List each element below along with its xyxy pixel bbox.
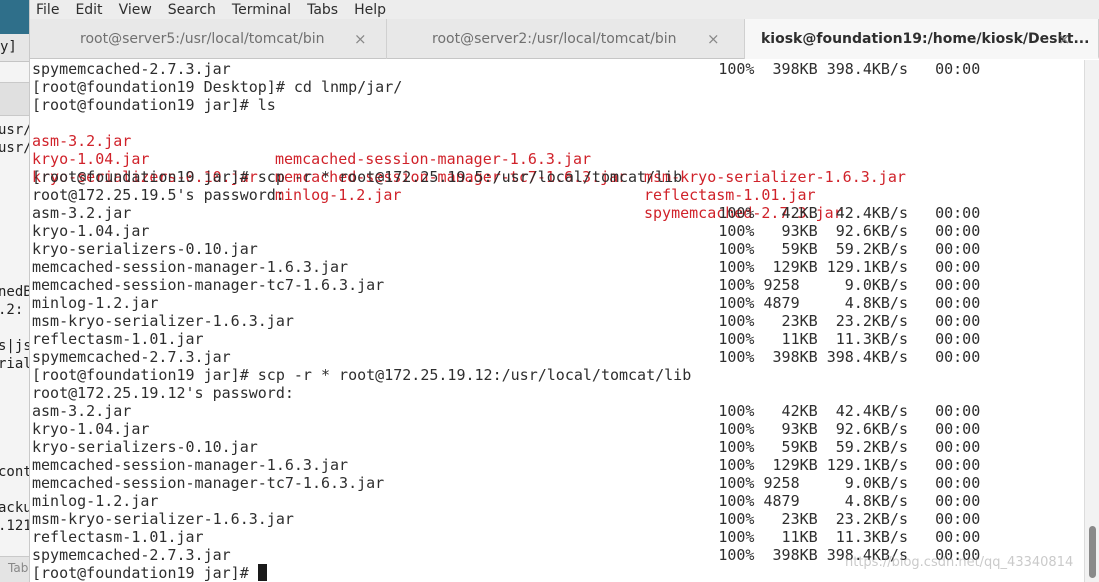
ls-output-row: kryo-1.04.jar memcached-session-manager-… (32, 132, 1072, 204)
background-window-text: rial (0, 356, 29, 372)
command-prompt[interactable]: [root@foundation19 jar]# (32, 564, 267, 582)
close-icon[interactable]: × (354, 30, 367, 48)
background-window: y] usr/ usr/ nedB .2: s|js rial cont ack… (0, 0, 30, 582)
background-window-toolbar (0, 82, 29, 116)
background-window-text: cont (0, 464, 29, 480)
terminal-line: msm-kryo-serializer-1.6.3.jar 100% 23KB … (32, 312, 981, 330)
menu-view[interactable]: View (119, 1, 152, 19)
file-name: msm-kryo-serializer-1.6.3.jar (644, 168, 906, 186)
terminal-line: reflectasm-1.01.jar 100% 11KB 11.3KB/s 0… (32, 528, 981, 546)
tab-label: kiosk@foundation19:/home/kiosk/Deskt... (761, 31, 1090, 47)
terminal-line: memcached-session-manager-tc7-1.6.3.jar … (32, 276, 981, 294)
background-window-text: usr/ (0, 140, 29, 156)
background-window-tab[interactable]: Tab (0, 556, 29, 582)
prompt-text: [root@foundation19 jar]# (32, 564, 258, 582)
menu-edit[interactable]: Edit (75, 1, 102, 19)
background-window-text: usr/ (0, 122, 29, 138)
menu-terminal[interactable]: Terminal (232, 1, 291, 19)
terminal-line: kryo-1.04.jar 100% 93KB 92.6KB/s 00:00 (32, 222, 981, 240)
terminal-output[interactable]: spymemcached-2.7.3.jar 100% 398KB 398.4K… (30, 60, 1084, 582)
scrollbar-thumb[interactable] (1089, 526, 1096, 578)
text-cursor (257, 564, 267, 581)
background-window-text: y] (0, 39, 17, 55)
menu-tabs[interactable]: Tabs (307, 1, 338, 19)
background-window-tab-label: Tab (8, 561, 29, 575)
close-icon[interactable]: × (707, 30, 720, 48)
terminal-line: spymemcached-2.7.3.jar 100% 398KB 398.4K… (32, 348, 981, 366)
tab-server5[interactable]: root@server5:/usr/local/tomcat/bin × (30, 19, 387, 59)
terminal-line: root@172.25.19.12's password: (32, 384, 294, 402)
file-name: reflectasm-1.01.jar (644, 186, 816, 204)
menu-file[interactable]: File (36, 1, 59, 19)
watermark: https://blog.csdn.net/qq_43340814 (845, 555, 1074, 570)
terminal-line: msm-kryo-serializer-1.6.3.jar 100% 23KB … (32, 510, 981, 528)
background-window-text: .121 (0, 518, 29, 534)
terminal-line: memcached-session-manager-1.6.3.jar 100%… (32, 258, 981, 276)
tab-label: root@server2:/usr/local/tomcat/bin (432, 31, 677, 47)
background-window-text: acku (0, 500, 29, 516)
terminal-line: asm-3.2.jar 100% 42KB 42.4KB/s 00:00 (32, 204, 981, 222)
background-window-text: nedB (0, 284, 29, 300)
terminal-line: [root@foundation19 jar]# ls (32, 96, 276, 114)
tab-server2[interactable]: root@server2:/usr/local/tomcat/bin × (387, 19, 745, 59)
background-window-header (0, 0, 29, 34)
terminal-line: memcached-session-manager-1.6.3.jar 100%… (32, 456, 981, 474)
terminal-line: [root@foundation19 jar]# scp -r * root@1… (32, 366, 692, 384)
ls-output-row: asm-3.2.jar memcached-session-manager-1.… (32, 114, 1072, 186)
vertical-scrollbar[interactable] (1084, 60, 1099, 582)
tab-label: root@server5:/usr/local/tomcat/bin (80, 31, 325, 47)
terminal-line: minlog-1.2.jar 100% 4879 4.8KB/s 00:00 (32, 294, 981, 312)
menu-bar: File Edit View Search Terminal Tabs Help (30, 0, 1099, 19)
background-window-text: s|js (0, 338, 29, 354)
terminal-line: [root@foundation19 Desktop]# cd lnmp/jar… (32, 78, 403, 96)
tab-foundation19[interactable]: kiosk@foundation19:/home/kiosk/Deskt... … (745, 19, 1099, 59)
terminal-line: kryo-serializers-0.10.jar 100% 59KB 59.2… (32, 438, 981, 456)
terminal-line: root@172.25.19.5's password: (32, 186, 285, 204)
terminal-line: reflectasm-1.01.jar 100% 11KB 11.3KB/s 0… (32, 330, 981, 348)
terminal-line: spymemcached-2.7.3.jar 100% 398KB 398.4K… (32, 546, 981, 564)
terminal-line: memcached-session-manager-tc7-1.6.3.jar … (32, 474, 981, 492)
menu-search[interactable]: Search (168, 1, 216, 19)
terminal-line: asm-3.2.jar 100% 42KB 42.4KB/s 00:00 (32, 402, 981, 420)
ls-output-row: kryo-serializers-0.10.jar minlog-1.2.jar… (32, 150, 1072, 222)
terminal-line: kryo-serializers-0.10.jar 100% 59KB 59.2… (32, 240, 981, 258)
terminal-line: minlog-1.2.jar 100% 4879 4.8KB/s 00:00 (32, 492, 981, 510)
tab-bar: root@server5:/usr/local/tomcat/bin × roo… (30, 19, 1099, 59)
file-name: minlog-1.2.jar (275, 186, 402, 204)
background-window-tab[interactable]: y] (0, 34, 29, 62)
background-window-text: .2: (0, 302, 24, 318)
terminal-line: spymemcached-2.7.3.jar 100% 398KB 398.4K… (32, 60, 981, 78)
close-icon[interactable]: × (1058, 30, 1071, 48)
terminal-line: kryo-1.04.jar 100% 93KB 92.6KB/s 00:00 (32, 420, 981, 438)
terminal-line: [root@foundation19 jar]# scp -r * root@1… (32, 168, 683, 186)
menu-help[interactable]: Help (354, 1, 386, 19)
